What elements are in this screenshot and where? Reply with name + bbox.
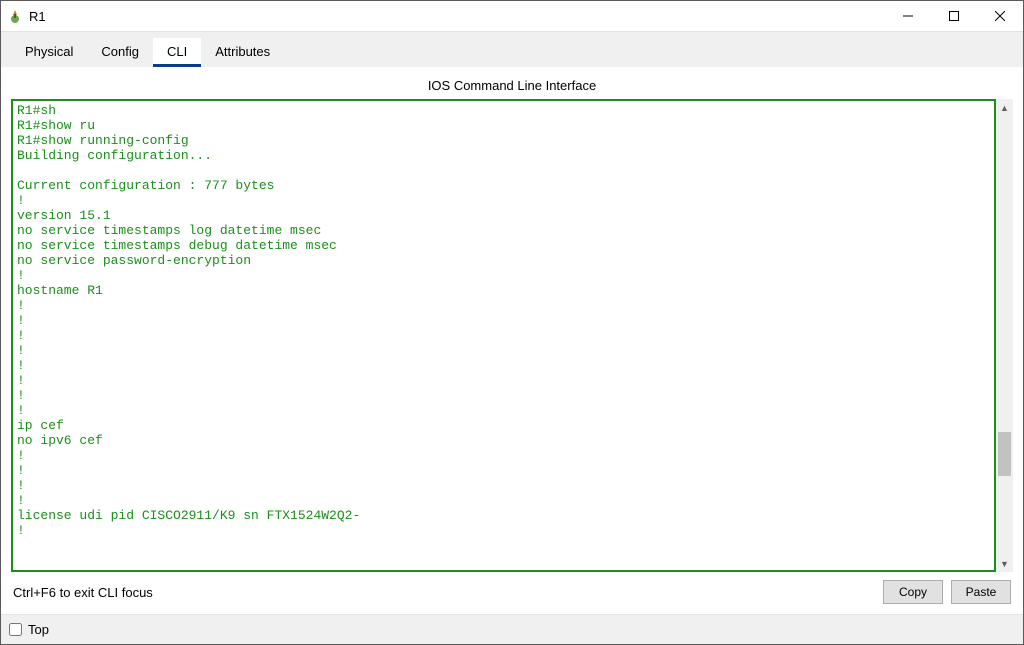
- terminal-scrollbar[interactable]: ▲ ▼: [996, 99, 1013, 572]
- app-window: R1 Physical Config CLI Attributes IOS Co…: [0, 0, 1024, 645]
- titlebar: R1: [1, 1, 1023, 31]
- tabstrip: Physical Config CLI Attributes: [1, 31, 1023, 67]
- top-checkbox[interactable]: [9, 623, 22, 636]
- scroll-track[interactable]: [996, 116, 1013, 555]
- minimize-button[interactable]: [885, 1, 931, 31]
- paste-button[interactable]: Paste: [951, 580, 1011, 604]
- cli-footer: Ctrl+F6 to exit CLI focus Copy Paste: [11, 572, 1013, 608]
- window-title: R1: [29, 9, 46, 24]
- terminal-wrap: R1#sh R1#show ru R1#show running-config …: [11, 99, 1013, 572]
- cli-hint: Ctrl+F6 to exit CLI focus: [13, 585, 875, 600]
- scroll-up-icon[interactable]: ▲: [996, 99, 1013, 116]
- tabs: Physical Config CLI Attributes: [1, 32, 1023, 67]
- cli-terminal[interactable]: R1#sh R1#show ru R1#show running-config …: [11, 99, 996, 572]
- statusbar: Top: [1, 614, 1023, 644]
- tab-cli[interactable]: CLI: [153, 38, 201, 67]
- cli-output: R1#sh R1#show ru R1#show running-config …: [13, 101, 994, 540]
- close-button[interactable]: [977, 1, 1023, 31]
- maximize-button[interactable]: [931, 1, 977, 31]
- app-icon: [7, 8, 23, 24]
- tab-physical[interactable]: Physical: [11, 38, 87, 67]
- tab-config[interactable]: Config: [87, 38, 153, 67]
- scroll-down-icon[interactable]: ▼: [996, 555, 1013, 572]
- top-checkbox-label[interactable]: Top: [28, 622, 49, 637]
- cli-panel-title: IOS Command Line Interface: [11, 72, 1013, 99]
- tab-attributes[interactable]: Attributes: [201, 38, 284, 67]
- copy-button[interactable]: Copy: [883, 580, 943, 604]
- cli-panel: IOS Command Line Interface R1#sh R1#show…: [1, 67, 1023, 614]
- scroll-thumb[interactable]: [998, 432, 1011, 476]
